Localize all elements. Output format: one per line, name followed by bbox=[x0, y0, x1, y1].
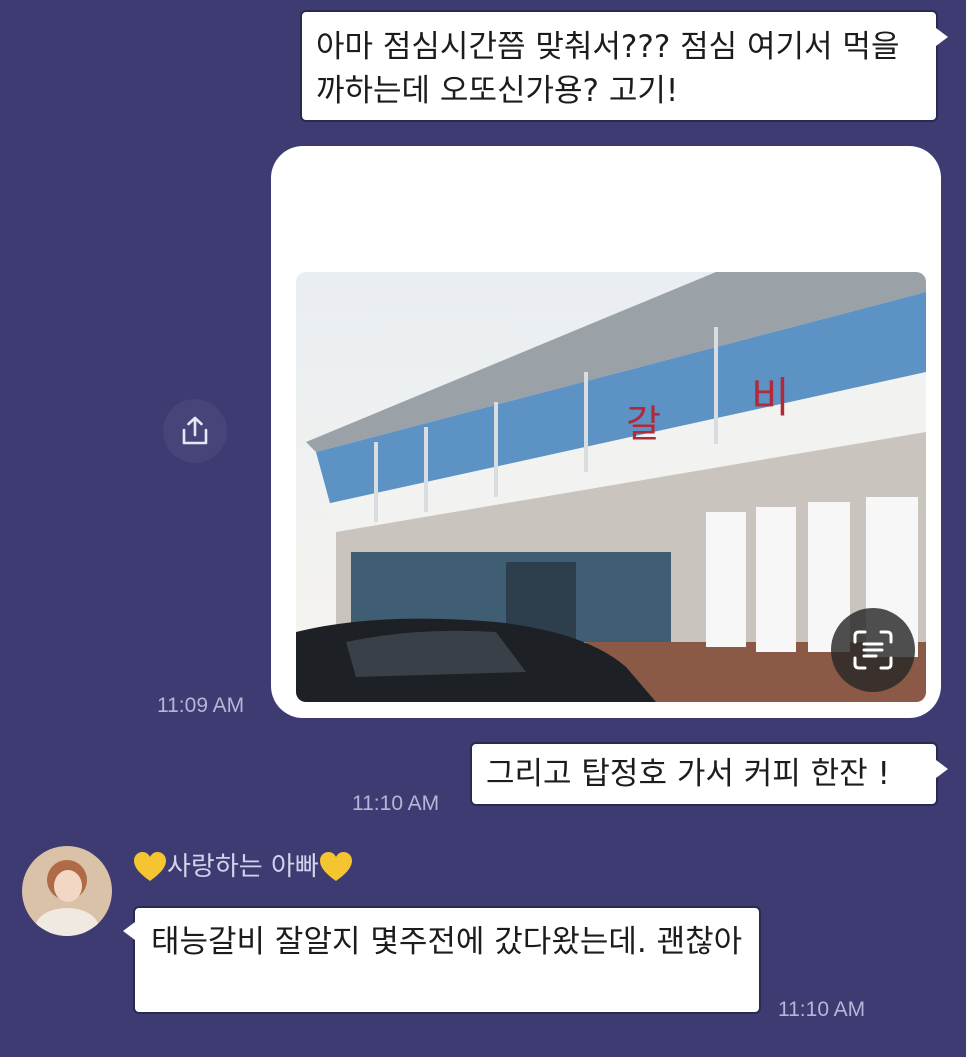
yellow-heart-icon bbox=[319, 852, 352, 881]
timestamp: 11:10 AM bbox=[778, 998, 866, 1021]
scan-text-icon bbox=[853, 630, 893, 670]
sign-char: 갈 bbox=[626, 402, 661, 446]
timestamp: 11:10 AM bbox=[352, 792, 440, 815]
yellow-heart-icon bbox=[134, 852, 166, 881]
share-button[interactable] bbox=[163, 399, 227, 463]
sent-message-bubble[interactable]: 아마 점심시간쯤 맞춰서??? 점심 여기서 먹을까하는데 오또신가용? 고기! bbox=[300, 10, 948, 122]
message-text: 아마 점심시간쯤 맞춰서??? 점심 여기서 먹을까하는데 오또신가용? 고기! bbox=[316, 29, 900, 109]
message-text: 태능갈비 잘알지 몇주전에 갔다왔는데. 괜찮아 bbox=[151, 924, 743, 960]
timestamp: 11:09 AM bbox=[157, 694, 245, 717]
share-icon bbox=[182, 416, 208, 445]
sent-message-bubble[interactable]: 그리고 탑정호 가서 커피 한잔 ! bbox=[470, 742, 948, 806]
sign-char: 비 bbox=[751, 373, 790, 422]
sender-label: 사랑하는 아빠 bbox=[167, 852, 319, 882]
sender-name: 사랑하는 아빠 bbox=[133, 848, 353, 886]
received-message-bubble[interactable]: 태능갈비 잘알지 몇주전에 갔다왔는데. 괜찮아 bbox=[123, 906, 761, 1014]
avatar[interactable] bbox=[22, 846, 112, 936]
message-text: 그리고 탑정호 가서 커피 한잔 ! bbox=[486, 756, 890, 792]
live-text-button[interactable] bbox=[831, 608, 915, 692]
restaurant-photo[interactable]: 갈 비 bbox=[296, 272, 926, 702]
